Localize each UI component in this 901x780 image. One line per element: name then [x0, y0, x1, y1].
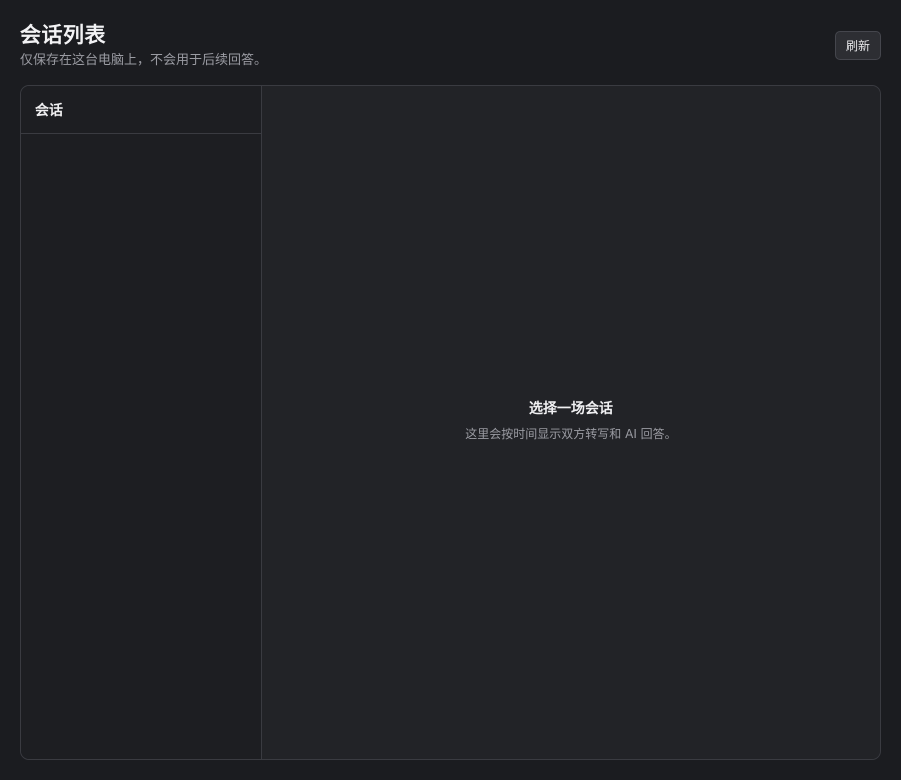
page-title: 会话列表 — [20, 23, 106, 47]
sessions-panel: 会话 选择一场会话 这里会按时间显示双方转写和 AI 回答。 — [20, 85, 881, 760]
session-sidebar: 会话 — [21, 86, 262, 759]
refresh-button[interactable]: 刷新 — [835, 31, 881, 60]
empty-state-description: 这里会按时间显示双方转写和 AI 回答。 — [465, 427, 677, 441]
session-detail: 选择一场会话 这里会按时间显示双方转写和 AI 回答。 — [262, 86, 880, 759]
sessions-page: 会话列表 仅保存在这台电脑上，不会用于后续回答。 刷新 会话 选择一场会话 这里… — [0, 0, 901, 780]
empty-state: 选择一场会话 这里会按时间显示双方转写和 AI 回答。 — [262, 399, 880, 443]
page-subtitle: 仅保存在这台电脑上，不会用于后续回答。 — [20, 53, 268, 68]
sidebar-title: 会话 — [21, 86, 261, 134]
empty-state-title: 选择一场会话 — [529, 401, 613, 417]
session-list[interactable] — [21, 134, 261, 759]
